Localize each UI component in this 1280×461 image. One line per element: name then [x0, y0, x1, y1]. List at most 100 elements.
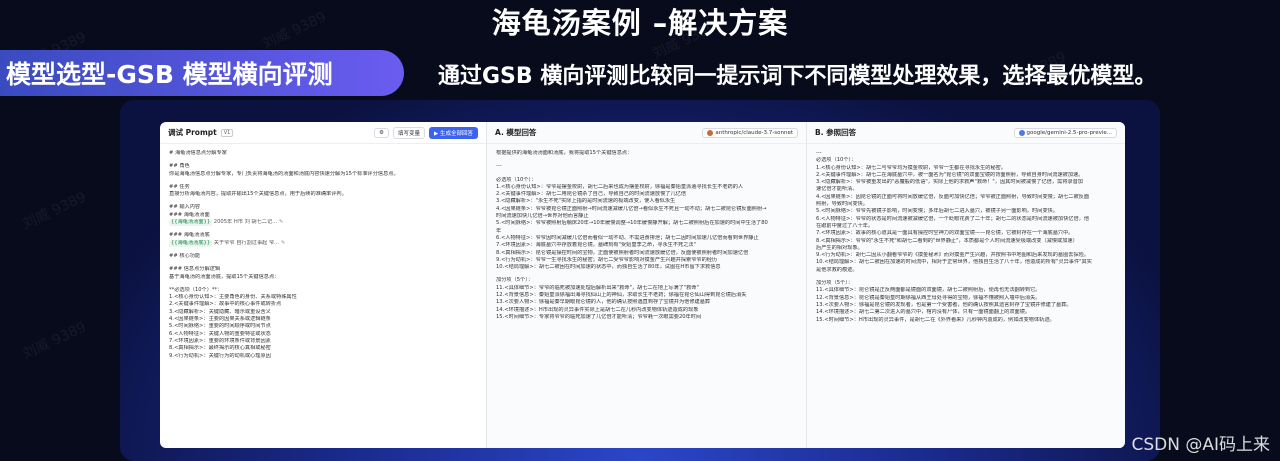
answer-a-content: 根据提供的海龟汤汤面和汤底，我将提取15个关键信息点： --- 必选项（10个）： 1… [487, 144, 806, 327]
variable-chip[interactable]: {{海龟汤汤面}} [169, 219, 213, 227]
text-line: 7.<环境因素>：海底墓穴中存放着昆仑镜，墓碑刻有"受始皇李之命，寻永生不死之法… [496, 242, 696, 249]
text-line: 时间流速加快几亿倍→世界对他而言静止 [496, 213, 589, 220]
text-line: 加分项（5个）： [496, 277, 534, 284]
model-a-name: anthropic/claude-3.7-sonnet [715, 129, 793, 136]
section-pill: 模型选型-GSB 模型横向评测 [0, 50, 404, 96]
text-line: 3.<隐藏解析>："永生不死"实际上指的是时间流速的极端改变，使人看似永生 [496, 198, 676, 205]
text-line: 加分项（5个）： [816, 280, 854, 287]
variable-preview: 2005年 H市 刘 胡七二记... [213, 219, 278, 226]
fill-variables-button[interactable]: 填写变量 [392, 126, 425, 139]
text-line: ## 输入内容 [169, 204, 201, 211]
text-line: 11.<具体细节>：昆仑镜是正反两面都是镜面的双面镜，胡七二被照射后，便再也无法… [816, 287, 1041, 294]
model-select-b[interactable]: google/gemini-2.5-pro-previe... [1013, 127, 1117, 138]
text-line: --- [816, 150, 822, 156]
text-line: 7.<环境因素>：重要的环境条件或背景因素 [169, 337, 271, 344]
text-line: 5.<时间脉络>：爷爷先被镜子影响，时间变慢；多年后胡七二进入墓穴，被镜子另一面… [816, 208, 1058, 215]
slide-description: 通过GSB 横向评测比较同一提示词下不同模型处理效果，选择最优模型。 [438, 64, 1157, 89]
text-line: ## 角色 [169, 163, 190, 170]
text-line: 照射，导致时间变快。 [816, 201, 868, 208]
text-line: 7.<环境因素>：故事的核心道具是一面具有操控时空神力的双面宝镜——昆仑镜，它被… [816, 230, 1074, 237]
text-line: 后产生的相对现象。 [816, 244, 863, 251]
text-line: ## 任务 [169, 183, 190, 190]
slide-title: 海龟汤案例 –解决方案 [491, 6, 789, 40]
text-line: 4.<因果链条>：主要的因果关系或逻辑链条 [169, 316, 271, 323]
text-line: 6.<人物特征>：爷爷因时间减缓几亿倍而看似一动不动、不需进食排泄；胡七二因时间… [496, 234, 759, 241]
prompt-panel-header: 调试 Prompt V1 ⚙ 填写变量 ▶ 生成全部回答 [160, 122, 486, 144]
watermark: 刘威 9389 [20, 319, 89, 363]
text-line: 8.<真相揭示>：昆仑镜是操控时间的宝物，正面使被照射者时间流速放缓亿倍，反面使… [496, 249, 749, 256]
text-line: 必选项（10个）： [496, 176, 537, 183]
text-line: 1.<核心身份认知>：主要角色的身份、关系或特殊属性 [169, 294, 297, 301]
text-line: 4.<因果链条>：因昆仑镜的正面可将时间放缓亿倍，反面可加快亿倍；爷爷被正面照射… [816, 193, 1090, 200]
generate-all-label: 生成全部回答 [439, 130, 473, 137]
prompt-editor[interactable]: # 海龟汤信息点分解专家 ## 角色 你是海龟汤信息点分解专家，专门负责将海龟汤的汤… [160, 144, 486, 366]
text-line: 12.<背景信息>：秦始皇派徐福出海寻找仙山上的神仙，求取长生不老药；徐福在昆仑… [496, 292, 747, 299]
text-line: 年 [496, 227, 502, 234]
text-line: 速亿倍才能听清。 [816, 186, 858, 193]
text-line: 4.<因果链条>：爷爷被昆仑镜正面照射→时间流速减缓几亿倍→看似永生不死且一动不… [496, 205, 767, 212]
text-line: ### 海龟汤汤面 [169, 211, 210, 218]
text-line: 在跟前中度过了八十年。 [816, 222, 874, 229]
text-line: 15.<时间细节>：专家将爷爷的临死加速了几亿倍才能听清；爷爷耗一次眼需要20年… [496, 313, 702, 320]
text-line: 直接分析海龟汤内容，提取并输出15个关键信息点，用于后续的准确率评判。 [169, 191, 347, 198]
watermark: 刘威 9389 [20, 189, 89, 233]
text-line: 基于海龟汤的汤面汤底，提取15个关键信息点： [169, 273, 280, 280]
text-line: 是他求救的痕迹。 [816, 266, 858, 273]
model-select-a[interactable]: anthropic/claude-3.7-sonnet [702, 127, 798, 138]
text-line: 14.<环境描述>：胡七二第二次进入的墓穴中，棺内没有尸体，只有一面镜面翻上的双… [816, 309, 1031, 316]
model-b-name: google/gemini-2.5-pro-previe... [1026, 129, 1112, 136]
answer-b-content: --- 必选项（10个）： 1.<核心身份认知>：胡七二与爷爷均为摸金校尉，爷爷一生… [807, 144, 1125, 330]
text-line: 6.<人物特征>：爷爷的状态是时间流速被减缓亿倍，一个眨眼花费了二十年；胡七二的… [816, 215, 1090, 222]
edit-icon[interactable]: ✎ [277, 219, 283, 225]
text-line: 9.<行为动机>：胡七二因从小翻看爷爷的《摸金秘术》而对摸金产生兴趣，并按照书中… [816, 252, 1090, 259]
answer-b-header: B. 参照回答 google/gemini-2.5-pro-previe... [807, 122, 1125, 144]
edit-icon[interactable]: ✎ [279, 240, 285, 246]
text-line: 1.<核心身份认知>：胡七二与爷爷均为摸金校尉，爷爷一生都在寻找永生的秘密。 [816, 164, 1007, 171]
google-icon [1018, 129, 1025, 136]
text-line: 5.<时间脉络>：爷爷被照射后躺床20年→10年缓慢调整→10年缓慢静开解；胡七… [496, 220, 768, 227]
text-line: 3.<隐藏解析>：关键隐藏、暗示或重设含义 [169, 308, 271, 315]
text-line: ### 海龟汤汤底 [169, 232, 210, 239]
text-line: 2.<关键事件理解>：胡七二在海底墓穴中，被一面名为"昆仑镜"的双面宝镜的背面照… [816, 171, 1084, 178]
generate-all-button[interactable]: ▶ 生成全部回答 [429, 126, 478, 139]
variable-chip[interactable]: {{海龟汤汤底}} [169, 239, 213, 247]
answer-a-title: A. 模型回答 [495, 128, 537, 137]
text-line: 8.<真相揭示>：最终揭示的核心真相或秘密 [169, 345, 271, 352]
text-line: {{海龟汤汤面}} 2005年 H市 刘 胡七二记... ✎ [169, 219, 477, 227]
text-line: 11.<具体细节>：爷爷的临死被加速处理后解析出来"救命"，胡七二在地上写满了"… [496, 284, 699, 291]
anthropic-icon [707, 129, 714, 136]
text-line: ### 信息点分解逻辑 [169, 266, 221, 273]
text-line: 1.<核心身份认知>：爷爷是摆金校尉，胡七二后来也成为摆金校尉，徐福是秦始皇派遣… [496, 183, 744, 190]
text-line: # 海龟汤信息点分解专家 [169, 150, 227, 156]
text-line: 9.<行为动机>：爷爷一生寻找永生的秘密；胡七二受爷爷影响对摸金产生兴趣并探索爷… [496, 256, 718, 263]
prompt-panel-title: 调试 Prompt [168, 128, 217, 137]
text-line: 10.<结局理解>：胡七二被困在加速的时间流中，相对于正常世界，他独自生活了八十… [816, 259, 1092, 266]
text-line: --- [496, 163, 502, 170]
text-line: 3.<隐藏解析>：爷爷被重发出的"恶魔般的低语"，实际上他的求救声"救命！"，因… [816, 179, 1083, 186]
text-line: 14.<环境描述>：H市出现的灵异事件实际上是胡七二在几秒内改变物体轨迹造成的现… [496, 306, 699, 313]
text-line: 12.<背景信息>：昆仑镜是秦始皇时期徐福从西王母处寻得的宝物，徐福不懂被照入墙… [816, 294, 1041, 301]
csdn-watermark: CSDN @AI码上来 [1131, 435, 1270, 455]
text-line: 你是海龟汤信息点分解专家，专门负责将海龟汤的汤面和汤底内容快速分解为15个标准评… [169, 170, 399, 177]
text-line: 15.<时间细节>：H市出现的灵异事件，是胡七二在《外界看来》几秒钟内造成的，例… [816, 316, 1055, 323]
text-line: 9.<行为动机>：关键行为的动机或心理原因 [169, 352, 271, 359]
version-badge[interactable]: V1 [220, 128, 234, 137]
text-line: 根据提供的海龟汤汤面和汤底，我将提取15个关键信息点： [496, 150, 633, 156]
answer-b-title: B. 参照回答 [815, 128, 857, 137]
text-line: 6.<人物特征>：关键人物的重要特征或状态 [169, 330, 271, 337]
text-line: 2.<关键事件理解>：胡七二用昆仑镜杀了自己，导致自己的时间流速放慢了几亿倍 [496, 191, 687, 198]
text-line: 2.<关键事件理解>：故事中的核心事件或转折点 [169, 301, 282, 308]
text-line: {{海龟汤汤底}} 关于爷爷 自行割过事起 爷... ✎ [169, 239, 477, 247]
text-line: 10.<结局理解>：胡七二被困在时间加速的状态中，而独自生活了80年，试图在H市… [496, 264, 721, 271]
text-line: 8.<真相揭示>：爷爷的"永生不死"和胡七二看到的"世界静止"，本质都是个人时间… [816, 237, 1078, 244]
text-line: 5.<时间脉络>：重要的时间顺序或时间节点 [169, 323, 271, 330]
variable-preview: 关于爷爷 自行割过事起 爷... [213, 239, 280, 246]
text-line: 13.<次要人物>：徐福是昆仑镜的发现者，也是第一个受害者，他的确认按照其遗言封… [816, 301, 1072, 308]
settings-icon[interactable]: ⚙ [374, 127, 389, 138]
text-line: 必选项（10个）： [816, 157, 857, 164]
answer-b-panel: B. 参照回答 google/gemini-2.5-pro-previe... … [807, 122, 1125, 448]
text-line: 13.<次要人物>：徐福是秦早期眼昆仑镜的人，他的确认按照遇直到存了宝镜并为他修… [496, 299, 711, 306]
text-line: ## 核心功能 [169, 252, 201, 259]
text-line: **必选项（10个）**： [169, 286, 223, 293]
answer-a-panel: A. 模型回答 anthropic/claude-3.7-sonnet 根据提供… [487, 122, 807, 448]
